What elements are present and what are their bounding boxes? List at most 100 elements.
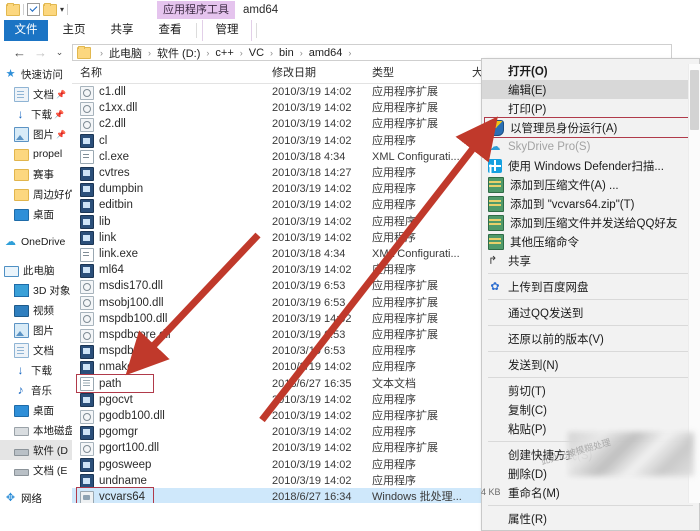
menu-item-12[interactable]: ✿ 上传到百度网盘	[482, 277, 699, 296]
sidebar-item-11[interactable]: 视频	[0, 300, 72, 320]
status-bar-size: 4 KB	[481, 487, 501, 497]
menu-item-1[interactable]: 编辑(E)	[482, 80, 699, 99]
new-folder-icon[interactable]	[43, 2, 57, 16]
onedrive-icon: ☁	[5, 235, 16, 248]
menu-separator	[488, 351, 693, 352]
sidebar-item-8[interactable]: ☁ OneDrive	[0, 232, 72, 252]
forward-button[interactable]: →	[33, 45, 48, 60]
breadcrumb-item-this-pc[interactable]: 此电脑	[108, 45, 143, 61]
xml-file-icon	[80, 150, 94, 165]
menu-item-9[interactable]: 其他压缩命令›	[482, 232, 699, 251]
column-header-date[interactable]: 修改日期	[272, 64, 316, 83]
sidebar-item-7[interactable]: 桌面	[0, 204, 72, 224]
tab-share[interactable]: 共享	[100, 20, 144, 41]
ribbon-tab-strip[interactable]: 文件 主页 共享 查看 管理	[0, 20, 700, 42]
menu-item-8[interactable]: 添加到压缩文件并发送给QQ好友	[482, 213, 699, 232]
sidebar-item-16[interactable]: 桌面	[0, 400, 72, 420]
menu-item-7[interactable]: 添加到 "vcvars64.zip"(T)	[482, 194, 699, 213]
tab-view[interactable]: 查看	[148, 20, 192, 41]
exe-file-icon	[80, 474, 94, 489]
sidebar-item-label: 图片	[33, 128, 54, 141]
sidebar-item-10[interactable]: 3D 对象	[0, 280, 72, 300]
contextual-tab-group-label: 应用程序工具	[157, 1, 235, 19]
tab-divider-2	[256, 23, 257, 38]
menu-item-5[interactable]: 使用 Windows Defender扫描...	[482, 156, 699, 175]
menu-item-6[interactable]: 添加到压缩文件(A) ...	[482, 175, 699, 194]
breadcrumb-item-drive-d[interactable]: 软件 (D:)	[156, 45, 201, 61]
sidebar-item-15[interactable]: ♪ 音乐	[0, 380, 72, 400]
menu-item-16[interactable]: 还原以前的版本(V)	[482, 329, 699, 348]
breadcrumb-item-amd64[interactable]: amd64	[308, 47, 344, 59]
sidebar-item-1[interactable]: 文档 📌	[0, 84, 72, 104]
sidebar-item-label: 本地磁盘	[33, 424, 72, 437]
exe-file-icon	[80, 425, 94, 440]
title-bar: ▾ 应用程序工具 amd64	[0, 0, 700, 20]
menu-item-28[interactable]: 属性(R)	[482, 509, 699, 528]
sidebar-item-label: 此电脑	[23, 264, 55, 277]
sidebar-item-4[interactable]: propel	[0, 144, 72, 164]
column-header-type[interactable]: 类型	[372, 64, 394, 83]
sidebar-item-20[interactable]: ✥ 网络	[0, 488, 72, 504]
menu-separator	[488, 325, 693, 326]
navigation-pane[interactable]: ★ 快速访问 文档 📌 ↓ 下载 📌 图片 📌 propel 赛事 周边好价 桌面 ☁ OneDrive 此电…	[0, 64, 72, 503]
recent-locations-button[interactable]: ⌄	[52, 45, 67, 60]
sidebar-item-9[interactable]: 此电脑	[0, 260, 72, 280]
sidebar-item-19[interactable]: 文档 (E	[0, 460, 72, 480]
sidebar-item-label: 音乐	[31, 384, 52, 397]
customize-caret-icon[interactable]: ▾	[60, 5, 64, 14]
dll-file-icon	[80, 296, 94, 311]
dll-file-icon	[80, 117, 94, 132]
network-icon: ✥	[5, 491, 16, 504]
tab-manage[interactable]: 管理	[202, 20, 252, 41]
menu-item-18[interactable]: 发送到(N)›	[482, 355, 699, 374]
column-header-name[interactable]: 名称	[80, 64, 102, 83]
tab-home[interactable]: 主页	[52, 20, 96, 41]
sidebar-item-14[interactable]: ↓ 下载	[0, 360, 72, 380]
sidebar-item-3[interactable]: 图片 📌	[0, 124, 72, 144]
menu-item-3[interactable]: 以管理员身份运行(A)	[482, 118, 699, 137]
sidebar-item-13[interactable]: 文档	[0, 340, 72, 360]
menu-item-2[interactable]: 打印(P)	[482, 99, 699, 118]
folder-icon	[14, 189, 29, 201]
sidebar-item-2[interactable]: ↓ 下载 📌	[0, 104, 72, 124]
menu-item-label: 粘贴(P)	[508, 423, 547, 436]
drive-icon	[14, 468, 29, 476]
menu-item-0[interactable]: 打开(O)	[482, 61, 699, 80]
local-disk-icon	[14, 427, 29, 436]
menu-item-label: 添加到压缩文件(A) ...	[510, 179, 619, 192]
menu-item-label: 复制(C)	[508, 404, 547, 417]
exe-file-icon	[80, 166, 94, 181]
menu-item-14[interactable]: 通过QQ发送到	[482, 303, 699, 322]
sidebar-item-label: 桌面	[33, 404, 54, 417]
sidebar-item-6[interactable]: 周边好价	[0, 184, 72, 204]
sidebar-item-17[interactable]: 本地磁盘	[0, 420, 72, 440]
archive-icon	[488, 214, 504, 231]
menu-item-21[interactable]: 复制(C)	[482, 400, 699, 419]
breadcrumb-item-cpp[interactable]: c++	[214, 47, 234, 59]
sidebar-item-12[interactable]: 图片	[0, 320, 72, 340]
dll-file-icon	[80, 328, 94, 343]
sidebar-item-0[interactable]: ★ 快速访问	[0, 64, 72, 84]
menu-item-10[interactable]: ↱ 共享	[482, 251, 699, 270]
menu-separator	[488, 505, 693, 506]
pictures-icon	[14, 126, 29, 142]
sidebar-item-18[interactable]: 软件 (D	[0, 440, 72, 460]
vertical-scrollbar-thumb[interactable]	[690, 70, 699, 130]
exe-file-icon	[80, 393, 94, 408]
sidebar-item-5[interactable]: 赛事	[0, 164, 72, 184]
back-button[interactable]: ←	[12, 45, 27, 60]
desktop-icon	[14, 405, 29, 417]
menu-item-20[interactable]: 剪切(T)	[482, 381, 699, 400]
documents-icon	[14, 86, 29, 102]
properties-checkbox-icon[interactable]	[27, 3, 40, 16]
tab-file[interactable]: 文件	[4, 20, 48, 41]
this-pc-icon	[4, 265, 19, 277]
file-name: vcvars64	[99, 491, 146, 503]
downloads-icon: ↓	[17, 362, 24, 377]
breadcrumb-item-bin[interactable]: bin	[278, 47, 295, 59]
quick-access-toolbar[interactable]: ▾	[6, 2, 69, 16]
crumb-sep-2: ›	[206, 47, 210, 58]
menu-item-4[interactable]: ☁SkyDrive Pro(S)›	[482, 137, 699, 156]
breadcrumb-item-vc[interactable]: VC	[248, 47, 265, 59]
file-name-cell[interactable]: vcvars64	[80, 488, 145, 503]
